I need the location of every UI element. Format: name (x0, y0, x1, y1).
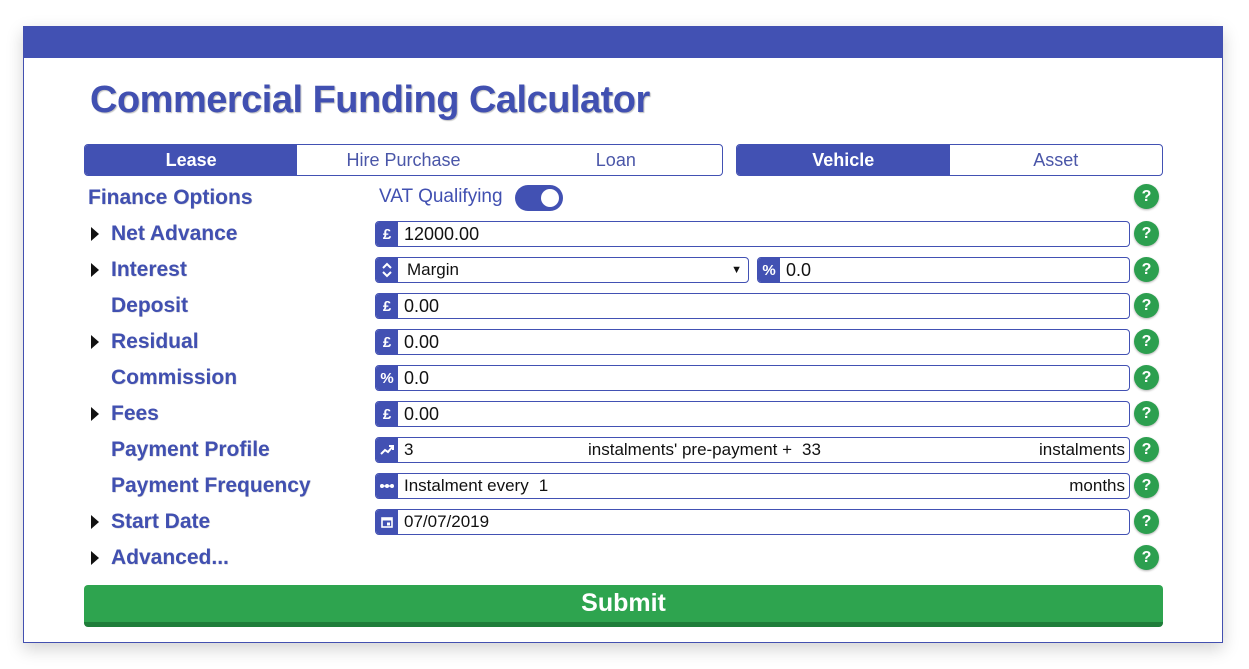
fees-value: 0.00 (404, 403, 440, 424)
deposit-input[interactable]: £ 0.00 (375, 293, 1130, 319)
residual-value: 0.00 (404, 331, 440, 352)
trending-up-icon (376, 438, 398, 462)
advanced-expand-icon[interactable] (91, 551, 99, 565)
deposit-value: 0.00 (404, 295, 440, 316)
advanced-help-icon[interactable]: ? (1134, 545, 1159, 570)
start-date-expand-icon[interactable] (91, 515, 99, 529)
pound-icon: £ (376, 294, 398, 318)
interest-label: Interest (111, 258, 187, 281)
fees-help-icon[interactable]: ? (1134, 401, 1159, 426)
commission-value: 0.0 (404, 367, 430, 388)
vat-qualifying-label: VAT Qualifying (379, 186, 503, 207)
pound-icon: £ (376, 222, 398, 246)
frequency-value[interactable]: 1 (529, 476, 548, 496)
tab-loan[interactable]: Loan (510, 145, 722, 175)
sort-icon (376, 258, 398, 282)
start-date-value: 07/07/2019 (404, 512, 490, 531)
calendar-icon (376, 510, 398, 534)
payment-profile-help-icon[interactable]: ? (1134, 437, 1159, 462)
submit-button[interactable]: Submit (84, 585, 1163, 627)
residual-expand-icon[interactable] (91, 335, 99, 349)
instalment-every-text: Instalment every (404, 476, 529, 495)
fees-expand-icon[interactable] (91, 407, 99, 421)
fees-label: Fees (111, 402, 159, 425)
interest-rate-value: 0.0 (786, 259, 812, 280)
commission-help-icon[interactable]: ? (1134, 365, 1159, 390)
net-advance-input[interactable]: £ 12000.00 (375, 221, 1130, 247)
residual-label: Residual (111, 330, 199, 353)
dots-icon (376, 474, 398, 498)
interest-type-value: Margin (407, 260, 459, 279)
pre-payment-text: instalments' pre-payment + (588, 440, 793, 459)
calculator-card: Commercial Funding Calculator Lease Hire… (23, 26, 1223, 643)
advanced-label[interactable]: Advanced... (111, 546, 229, 570)
residual-help-icon[interactable]: ? (1134, 329, 1159, 354)
finance-type-selector: Lease Hire Purchase Loan (84, 144, 723, 176)
interest-help-icon[interactable]: ? (1134, 257, 1159, 282)
top-bar (24, 27, 1222, 58)
net-advance-expand-icon[interactable] (91, 227, 99, 241)
payment-frequency-label: Payment Frequency (111, 474, 311, 497)
interest-type-select[interactable]: Margin ▼ (375, 257, 749, 283)
toggle-knob (541, 189, 559, 207)
instalment-count[interactable]: 33 (792, 440, 821, 460)
vat-qualifying-toggle[interactable] (515, 185, 563, 211)
page-title: Commercial Funding Calculator (90, 79, 650, 121)
tab-hire-purchase[interactable]: Hire Purchase (297, 145, 509, 175)
percent-icon: % (758, 258, 780, 282)
net-advance-help-icon[interactable]: ? (1134, 221, 1159, 246)
commission-input[interactable]: % 0.0 (375, 365, 1130, 391)
tab-asset[interactable]: Asset (950, 145, 1163, 175)
months-suffix: months (1069, 476, 1125, 495)
tab-vehicle[interactable]: Vehicle (737, 145, 950, 175)
payment-profile-label: Payment Profile (111, 438, 270, 461)
interest-expand-icon[interactable] (91, 263, 99, 277)
finance-options-label: Finance Options (88, 186, 253, 209)
percent-icon: % (376, 366, 398, 390)
instalments-suffix: instalments (1039, 440, 1125, 459)
asset-type-selector: Vehicle Asset (736, 144, 1163, 176)
payment-frequency-help-icon[interactable]: ? (1134, 473, 1159, 498)
net-advance-value: 12000.00 (404, 223, 480, 244)
interest-rate-input[interactable]: % 0.0 (757, 257, 1130, 283)
residual-input[interactable]: £ 0.00 (375, 329, 1130, 355)
fees-input[interactable]: £ 0.00 (375, 401, 1130, 427)
tab-lease[interactable]: Lease (85, 145, 298, 175)
pre-payment-count[interactable]: 3 (398, 440, 588, 460)
pound-icon: £ (376, 330, 398, 354)
payment-frequency-input[interactable]: Instalment every 1 months (375, 473, 1130, 499)
payment-profile-input[interactable]: 3 instalments' pre-payment + 33 instalme… (375, 437, 1130, 463)
finance-options-help-icon[interactable]: ? (1134, 184, 1159, 209)
commission-label: Commission (111, 366, 238, 389)
deposit-help-icon[interactable]: ? (1134, 293, 1159, 318)
start-date-help-icon[interactable]: ? (1134, 509, 1159, 534)
start-date-input[interactable]: 07/07/2019 (375, 509, 1130, 535)
pound-icon: £ (376, 402, 398, 426)
net-advance-label: Net Advance (111, 222, 238, 245)
dropdown-arrow-icon: ▼ (731, 264, 742, 276)
deposit-label: Deposit (111, 294, 189, 317)
start-date-label: Start Date (111, 510, 211, 533)
